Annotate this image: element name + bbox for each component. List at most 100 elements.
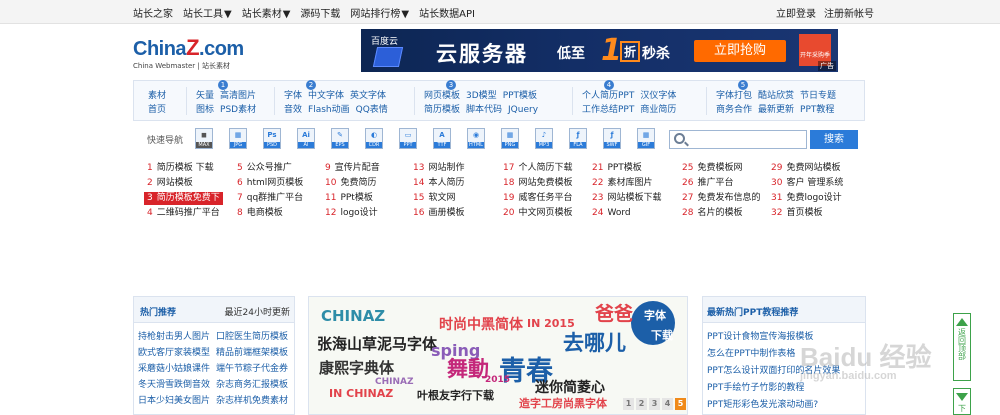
ranking-item[interactable]: 26 推广平台: [682, 177, 733, 190]
category-link[interactable]: 素材: [148, 89, 166, 103]
ppt-icon[interactable]: ▭ PPT: [399, 128, 417, 149]
ranking-item[interactable]: 24 Word: [592, 207, 631, 220]
ranking-item[interactable]: 5 公众号推广: [237, 162, 292, 175]
png-icon[interactable]: ▦ PNG: [501, 128, 519, 149]
hot-recommend-link[interactable]: 日本少妇美女图片: [138, 393, 216, 406]
hot-recommend-link[interactable]: 持枪射击男人图片: [138, 329, 216, 342]
site-logo[interactable]: ChinaZ.com China Webmaster | 站长素材: [133, 37, 257, 77]
category-link[interactable]: 汉仪字体: [640, 89, 676, 103]
top-nav-item[interactable]: 站长素材▼: [242, 5, 291, 20]
ranking-item[interactable]: 19 威客任务平台: [503, 192, 572, 205]
jpg-icon[interactable]: ▦ JPG: [229, 128, 247, 149]
category-link[interactable]: 字体: [284, 89, 302, 103]
ad-banner[interactable]: 百度云 云服务器 低至 1 折 秒杀 立即抢购 开年采购季 广告: [361, 29, 838, 72]
ad-buy-button[interactable]: 立即抢购: [694, 40, 786, 62]
ranking-item[interactable]: 2 网站模板: [147, 177, 193, 190]
hot-recommend-link[interactable]: 口腔医生简历模板: [216, 329, 294, 342]
ranking-item[interactable]: 28 名片的模板: [682, 207, 742, 220]
ranking-item[interactable]: 4 二维码推广平台: [147, 207, 220, 220]
ranking-item[interactable]: 15 软文网: [413, 192, 455, 205]
ranking-item[interactable]: 16 画册模板: [413, 207, 464, 220]
category-link[interactable]: PPT模板: [503, 89, 537, 103]
banner-page-dot[interactable]: 4: [662, 398, 673, 410]
ranking-item[interactable]: 9 宣传片配音: [325, 162, 380, 175]
category-link[interactable]: 商务合作: [716, 103, 752, 117]
search-input[interactable]: [692, 132, 802, 147]
ranking-item[interactable]: 31 免费logo设计: [771, 192, 842, 205]
ranking-item[interactable]: 21 PPT模板: [592, 162, 642, 175]
search-button[interactable]: 搜索: [810, 130, 858, 149]
ranking-item[interactable]: 32 首页模板: [771, 207, 822, 220]
download-side-button[interactable]: 下: [953, 388, 971, 415]
register-link[interactable]: 注册新帐号: [824, 5, 874, 20]
category-link[interactable]: 3D模型: [466, 89, 497, 103]
font-banner[interactable]: CHINAZ 时尚中黑简体 IN 2015 爸爸 字体 下载 张海山草泥马字体 sping 去哪…: [308, 296, 688, 415]
category-link[interactable]: 脚本代码: [466, 103, 502, 117]
top-nav-item[interactable]: 站长工具▼: [183, 5, 232, 20]
ranking-item[interactable]: 22 素材库图片: [592, 177, 652, 190]
ttf-icon[interactable]: A TTF: [433, 128, 451, 149]
category-link[interactable]: 网页模板: [424, 89, 460, 103]
ranking-item[interactable]: 17 个人简历下载: [503, 162, 572, 175]
top-nav-item[interactable]: 源码下载: [300, 5, 340, 20]
ranking-item[interactable]: 23 网站模板下载: [592, 192, 661, 205]
ranking-item[interactable]: 8 电商模板: [237, 207, 283, 220]
ranking-item[interactable]: 11 PPt模板: [325, 192, 373, 205]
ranking-item[interactable]: 13 网站制作: [413, 162, 464, 175]
login-link[interactable]: 立即登录: [776, 5, 816, 20]
banner-page-dot[interactable]: 5: [675, 398, 686, 410]
ranking-item[interactable]: 6 html网页模板: [237, 177, 303, 190]
banner-page-dot[interactable]: 3: [649, 398, 660, 410]
mp3-icon[interactable]: ♪ MP3: [535, 128, 553, 149]
ranking-item[interactable]: 18 网站免费模板: [503, 177, 572, 190]
ranking-item[interactable]: 29 免费网站模板: [771, 162, 840, 175]
fla-icon[interactable]: ƒ FLA: [569, 128, 587, 149]
cdr-icon[interactable]: ◐ CDR: [365, 128, 383, 149]
top-nav-item[interactable]: 站长数据API: [419, 5, 475, 20]
hot-recommend-link[interactable]: 杂志商务汇报模板: [216, 377, 294, 390]
gif-icon[interactable]: ▦ GIF: [637, 128, 655, 149]
category-link[interactable]: 商业简历: [640, 103, 676, 117]
hot-recommend-link[interactable]: 冬天滑雪跌倒音效: [138, 377, 216, 390]
back-to-top-button[interactable]: 返回顶部: [953, 313, 971, 381]
hot-recommend-link[interactable]: 端午节粽子代金券: [216, 361, 294, 374]
ppt-tutorial-link[interactable]: PPT矩形彩色发光滚动动画?: [707, 397, 865, 410]
category-link[interactable]: 酷站欣赏: [758, 89, 794, 103]
ranking-item[interactable]: 20 中文网页模板: [503, 207, 572, 220]
ranking-item[interactable]: 12 logo设计: [325, 207, 378, 220]
category-link[interactable]: PPT教程: [800, 103, 834, 117]
category-link[interactable]: PSD素材: [220, 103, 256, 117]
category-link[interactable]: QQ表情: [356, 103, 388, 117]
ranking-item[interactable]: 30 客户 管理系统: [771, 177, 843, 190]
category-link[interactable]: 个人简历PPT: [582, 89, 634, 103]
category-link[interactable]: Flash动画: [308, 103, 350, 117]
category-link[interactable]: 音效: [284, 103, 302, 117]
ranking-item[interactable]: 1 简历模板 下载: [147, 162, 214, 175]
ranking-item[interactable]: 25 免费模板网: [682, 162, 742, 175]
eps-icon[interactable]: ✎ EPS: [331, 128, 349, 149]
category-link[interactable]: 工作总结PPT: [582, 103, 634, 117]
top-nav-item[interactable]: 网站排行榜▼: [350, 5, 409, 20]
category-link[interactable]: 中文字体: [308, 89, 344, 103]
category-link[interactable]: 简历模板: [424, 103, 460, 117]
max-icon[interactable]: ◼ MAX: [195, 128, 213, 149]
banner-page-dot[interactable]: 2: [636, 398, 647, 410]
swf-icon[interactable]: ƒ SWF: [603, 128, 621, 149]
category-link[interactable]: 矢量: [196, 89, 214, 103]
hot-recommend-link[interactable]: 杂志样机免费素材: [216, 393, 294, 406]
category-link[interactable]: 英文字体: [350, 89, 386, 103]
html-icon[interactable]: ◉ HTML: [467, 128, 485, 149]
psd-icon[interactable]: Ps PSD: [263, 128, 281, 149]
category-link[interactable]: 节日专题: [800, 89, 836, 103]
category-link[interactable]: 图标: [196, 103, 214, 117]
category-link[interactable]: 首页: [148, 103, 166, 117]
category-link[interactable]: 最新更新: [758, 103, 794, 117]
hot-recommend-link[interactable]: 采蘑菇小姑娘课件: [138, 361, 216, 374]
hot-recommend-link[interactable]: 欧式客厅家装模型: [138, 345, 216, 358]
ranking-item[interactable]: 3 简历模板免费下: [144, 192, 223, 205]
ranking-item[interactable]: 10 免费简历: [325, 177, 376, 190]
ranking-item[interactable]: 7 qq群推广平台: [237, 192, 303, 205]
top-nav-item[interactable]: 站长之家: [133, 5, 173, 20]
ranking-item[interactable]: 14 本人简历: [413, 177, 464, 190]
category-link[interactable]: 字体打包: [716, 89, 752, 103]
